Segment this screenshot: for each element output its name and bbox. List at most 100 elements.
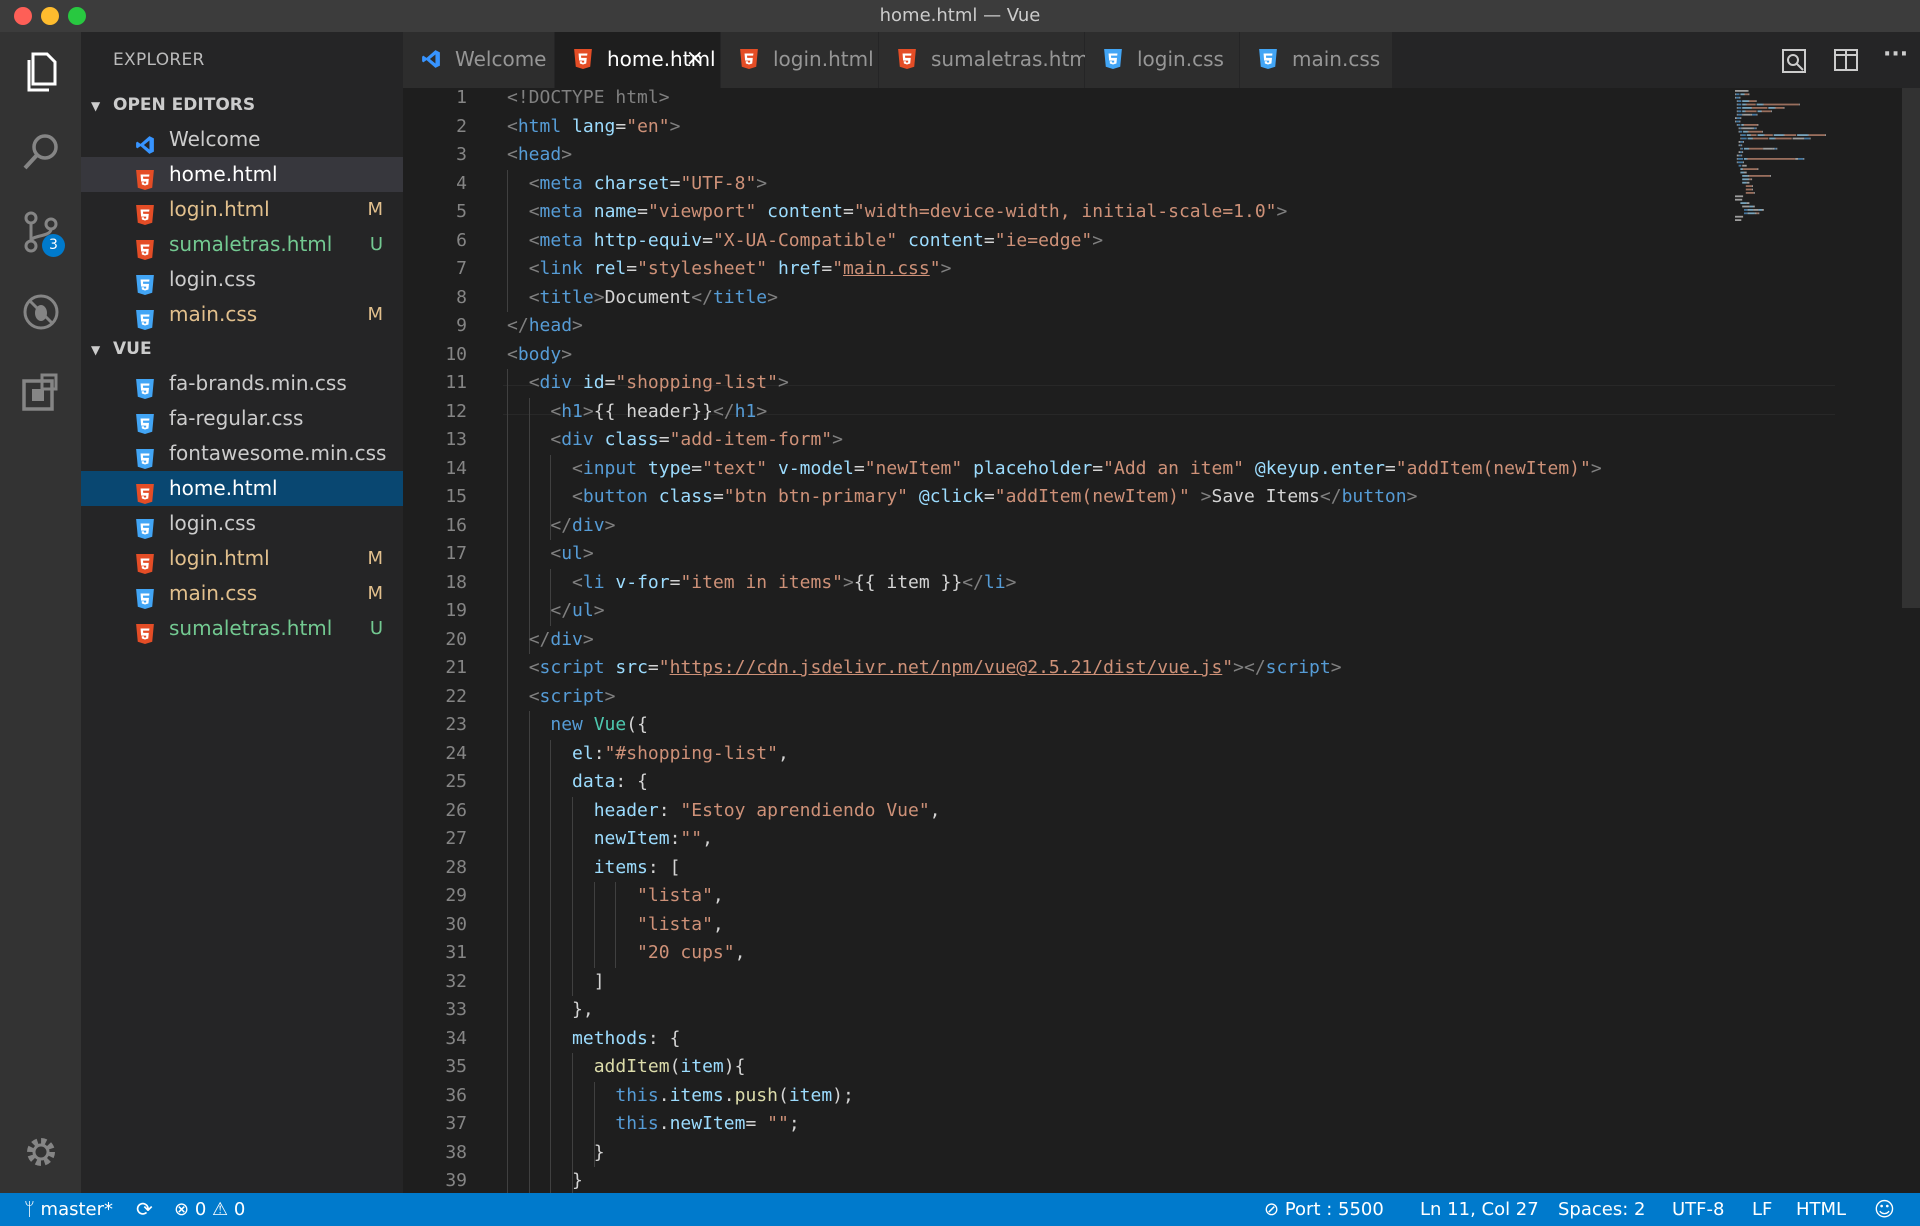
tab-login-css[interactable]: login.css bbox=[1085, 32, 1240, 88]
code-line: 9 </head> bbox=[403, 312, 1903, 341]
html5-icon bbox=[136, 484, 154, 504]
debug-icon bbox=[23, 294, 58, 330]
tab-label: main.css bbox=[1292, 47, 1381, 71]
code-line: 15 <button class="btn btn-primary" @clic… bbox=[403, 483, 1903, 512]
line-code: }, bbox=[507, 999, 594, 1020]
line-number: 21 bbox=[445, 657, 467, 678]
settings-activity-button[interactable] bbox=[0, 1112, 81, 1192]
line-code: <script src="https://cdn.jsdelivr.net/np… bbox=[528, 657, 1342, 678]
line-number: 39 bbox=[445, 1170, 467, 1191]
line-code: this.items.push(item); bbox=[615, 1084, 854, 1106]
vscode-file-icon bbox=[135, 131, 154, 154]
html5-icon bbox=[574, 49, 592, 69]
html5-icon bbox=[136, 624, 154, 644]
explorer-file-item[interactable]: fa-brands.min.css bbox=[81, 366, 403, 401]
git-status-badge: U bbox=[369, 618, 383, 639]
line-code: <!DOCTYPE html> bbox=[507, 88, 670, 108]
explorer-file-item[interactable]: login.html M bbox=[81, 541, 403, 576]
language-mode[interactable]: HTML bbox=[1796, 1199, 1846, 1220]
code-line: 34 methods: { bbox=[403, 1025, 1903, 1054]
code-line: 29 "lista", bbox=[403, 882, 1903, 911]
line-number: 15 bbox=[445, 486, 467, 507]
explorer-activity-button[interactable] bbox=[0, 32, 81, 112]
code-line: 18 <li v-for="item in items">{{ item }}<… bbox=[403, 569, 1903, 598]
problems-indicator[interactable]: ⊗ 0 ⚠ 0 bbox=[174, 1199, 245, 1220]
tab-label: sumaletras.html bbox=[931, 47, 1095, 71]
file-name: login.html bbox=[169, 546, 270, 570]
file-name: main.css bbox=[169, 581, 258, 605]
debug-activity-button[interactable] bbox=[0, 272, 81, 352]
code-line: 4 <meta charset="UTF-8"> bbox=[403, 170, 1903, 199]
line-code: </ul> bbox=[550, 600, 605, 621]
source-control-activity-button[interactable]: 3 bbox=[0, 192, 81, 272]
code-line: 2 <html lang="en"> bbox=[403, 113, 1903, 142]
open-editor-item[interactable]: sumaletras.html U bbox=[81, 227, 403, 262]
explorer-file-item[interactable]: main.css M bbox=[81, 576, 403, 611]
code-line: 24 el:"#shopping-list", bbox=[403, 740, 1903, 769]
line-number: 9 bbox=[456, 315, 467, 336]
css3-icon bbox=[136, 519, 154, 539]
code-line: 20 </div> bbox=[403, 626, 1903, 655]
file-name: Welcome bbox=[169, 127, 261, 151]
open-editor-item[interactable]: Welcome bbox=[81, 122, 403, 157]
tab-login-html[interactable]: login.html bbox=[721, 32, 879, 88]
indentation-setting[interactable]: Spaces: 2 bbox=[1558, 1199, 1645, 1220]
code-line: 28 items: [ bbox=[403, 854, 1903, 883]
line-number: 19 bbox=[445, 600, 467, 621]
code-line: 33 }, bbox=[403, 996, 1903, 1025]
code-line: 6 <meta http-equiv="X-UA-Compatible" con… bbox=[403, 227, 1903, 256]
line-code: addItem(item){ bbox=[593, 1056, 746, 1077]
open-editor-item[interactable]: login.html M bbox=[81, 192, 403, 227]
extensions-activity-button[interactable] bbox=[0, 352, 81, 432]
code-line: 31 "20 cups", bbox=[403, 939, 1903, 968]
line-code: } bbox=[507, 1170, 583, 1191]
tab-welcome[interactable]: Welcome bbox=[403, 32, 555, 88]
open-editor-item[interactable]: main.css M bbox=[81, 297, 403, 332]
explorer-file-item[interactable]: fa-regular.css bbox=[81, 401, 403, 436]
extensions-icon bbox=[21, 373, 57, 411]
open-editor-item[interactable]: login.css bbox=[81, 262, 403, 297]
close-icon[interactable]: × bbox=[686, 46, 704, 71]
sync-icon[interactable]: ⟳ bbox=[136, 1197, 153, 1221]
css3-icon bbox=[136, 310, 154, 330]
vscode-icon bbox=[136, 136, 154, 154]
css3-icon bbox=[136, 414, 154, 434]
tab-home-html[interactable]: home.html × bbox=[555, 32, 721, 88]
line-code: <input type="text" v-model="newItem" pla… bbox=[572, 457, 1602, 479]
code-line: 10 <body> bbox=[403, 341, 1903, 370]
branch-indicator[interactable]: ᛘ master* bbox=[24, 1199, 113, 1220]
line-code: <ul> bbox=[550, 543, 594, 564]
eol-setting[interactable]: LF bbox=[1752, 1199, 1772, 1220]
line-number: 25 bbox=[445, 771, 467, 792]
explorer-file-item[interactable]: fontawesome.min.css bbox=[81, 436, 403, 471]
search-activity-button[interactable] bbox=[0, 112, 81, 192]
code-line: 37 this.newItem= ""; bbox=[403, 1110, 1903, 1139]
line-number: 7 bbox=[456, 258, 467, 279]
open-editors-section-header[interactable]: ▼ OPEN EDITORS bbox=[81, 88, 403, 122]
explorer-file-item[interactable]: login.css bbox=[81, 506, 403, 541]
minimap[interactable] bbox=[1733, 88, 1853, 238]
open-editor-item[interactable]: home.html bbox=[81, 157, 403, 192]
explorer-file-item[interactable]: sumaletras.html U bbox=[81, 611, 403, 646]
code-line: 36 this.items.push(item); bbox=[403, 1082, 1903, 1111]
css3-icon bbox=[136, 449, 154, 469]
encoding-setting[interactable]: UTF-8 bbox=[1672, 1199, 1724, 1220]
html5-icon bbox=[740, 49, 758, 69]
tab-label: Welcome bbox=[455, 47, 547, 71]
vertical-scrollbar[interactable] bbox=[1902, 88, 1920, 608]
vue-folder-section-header[interactable]: ▼ VUE bbox=[81, 332, 403, 366]
tab-sumaletras-html[interactable]: sumaletras.html bbox=[879, 32, 1094, 88]
line-number: 29 bbox=[445, 885, 467, 906]
code-editor[interactable]: 1 <!DOCTYPE html> 2 <html lang="en"> 3 <head>… bbox=[403, 88, 1920, 1193]
file-name: login.css bbox=[169, 511, 256, 535]
html5-icon bbox=[136, 554, 154, 574]
html-file-icon bbox=[135, 620, 154, 644]
explorer-file-item[interactable]: home.html bbox=[81, 471, 403, 506]
line-number: 33 bbox=[445, 999, 467, 1020]
cursor-position[interactable]: Ln 11, Col 27 bbox=[1420, 1199, 1539, 1220]
feedback-smiley-icon[interactable]: ☺ bbox=[1874, 1197, 1895, 1221]
line-code: <h1>{{ header}}</h1> bbox=[550, 400, 768, 422]
live-server-port[interactable]: ⊘ Port : 5500 bbox=[1264, 1199, 1384, 1220]
html5-icon bbox=[136, 205, 154, 225]
tab-main-css[interactable]: main.css bbox=[1240, 32, 1393, 88]
